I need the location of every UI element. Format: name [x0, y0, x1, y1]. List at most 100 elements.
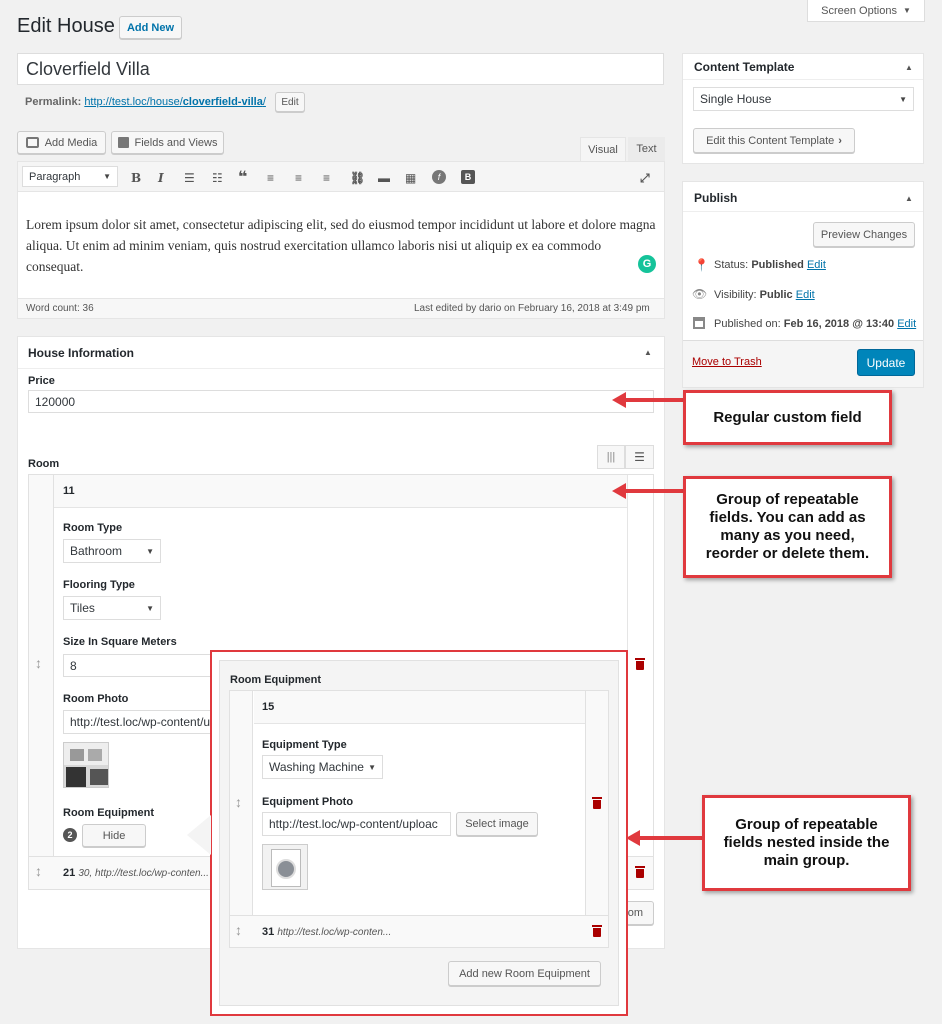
caret-down-icon: ▼: [902, 6, 911, 15]
preview-changes-button[interactable]: Preview Changes: [813, 222, 915, 247]
tab-visual[interactable]: Visual: [580, 137, 626, 161]
house-information-title: House Information: [28, 346, 135, 360]
callout-arrow: [638, 836, 704, 840]
equipment-type-select[interactable]: Washing Machine ▼: [262, 755, 383, 779]
numbered-list-icon[interactable]: ☷: [212, 171, 223, 185]
equipment-type-label: Equipment Type: [262, 739, 347, 751]
align-right-icon[interactable]: ≡: [323, 171, 330, 185]
list-view-button[interactable]: ☰: [625, 445, 654, 469]
room-type-value: Bathroom: [70, 544, 123, 558]
price-input[interactable]: 120000: [28, 390, 654, 413]
calendar-icon: [117, 137, 129, 148]
nested-popup-pointer: [187, 815, 211, 855]
callout-nested-group: Group of repeatable fields nested inside…: [702, 795, 911, 891]
equipment-item-id: 15: [262, 701, 275, 713]
align-left-icon[interactable]: ≡: [267, 171, 274, 185]
flooring-type-label: Flooring Type: [63, 579, 135, 591]
equipment-count-badge: 2: [63, 828, 77, 842]
status-edit-link[interactable]: Edit: [807, 259, 826, 271]
update-button[interactable]: Update: [857, 349, 915, 376]
room-equipment-label: Room Equipment: [63, 807, 155, 819]
fullscreen-icon[interactable]: ⤢: [640, 171, 650, 186]
content-template-title: Content Template: [694, 60, 795, 74]
caret-down-icon: ▼: [103, 172, 111, 181]
pin-icon: 📍: [694, 258, 709, 272]
room-photo-input[interactable]: http://test.loc/wp-content/u: [63, 710, 213, 734]
status-label: Status:: [714, 259, 749, 271]
format-select-value: Paragraph: [29, 170, 81, 183]
visibility-value: Public: [759, 289, 793, 301]
equipment-row-2-id: 31: [262, 926, 275, 938]
screen-options-button[interactable]: Screen Options ▼: [807, 0, 925, 22]
align-center-icon[interactable]: ≡: [295, 171, 302, 185]
size-label: Size In Square Meters: [63, 636, 177, 648]
flooring-type-value: Tiles: [70, 601, 95, 615]
blockquote-icon[interactable]: ❝: [238, 167, 247, 187]
hide-button[interactable]: Hide: [82, 824, 146, 847]
add-new-room-equipment-button[interactable]: Add new Room Equipment: [448, 961, 601, 986]
permalink-label: Permalink:: [25, 96, 82, 108]
move-to-trash-link[interactable]: Move to Trash: [692, 356, 762, 368]
price-label: Price: [28, 375, 55, 387]
visibility-row: Visibility: Public Edit: [714, 289, 815, 301]
equipment-row-2-summary: 31 http://test.loc/wp-conten...: [262, 926, 391, 938]
fields-and-views-button[interactable]: Fields and Views: [111, 131, 224, 154]
trash-icon[interactable]: [635, 866, 645, 878]
trash-icon[interactable]: [592, 925, 602, 937]
content-template-select[interactable]: Single House ▼: [693, 87, 914, 111]
metabox-divider: [18, 368, 664, 369]
select-image-button[interactable]: Select image: [456, 812, 538, 836]
content-template-value: Single House: [700, 92, 772, 106]
permalink-edit-button[interactable]: Edit: [275, 92, 305, 112]
drag-handle-icon[interactable]: ↕: [35, 655, 42, 671]
visibility-label: Visibility:: [714, 289, 757, 301]
room-equipment-popup-title: Room Equipment: [230, 674, 322, 686]
edit-content-template-button[interactable]: Edit this Content Template ›: [693, 128, 855, 153]
room-row-2-text: 30, http://test.loc/wp-conten...: [78, 868, 209, 879]
columns-view-button[interactable]: |||: [597, 445, 625, 469]
room-type-select[interactable]: Bathroom ▼: [63, 539, 161, 563]
shortcode-b-icon[interactable]: B: [461, 170, 475, 184]
equipment-photo-input[interactable]: http://test.loc/wp-content/uploac: [262, 812, 451, 836]
callout-regular-field: Regular custom field: [683, 390, 892, 445]
visibility-edit-link[interactable]: Edit: [796, 289, 815, 301]
trash-icon[interactable]: [592, 797, 602, 809]
published-label: Published on:: [714, 318, 781, 330]
collapse-arrow-icon[interactable]: ▲: [905, 194, 913, 203]
add-new-button[interactable]: Add New: [119, 16, 182, 39]
drag-handle-icon[interactable]: ↕: [35, 863, 42, 879]
add-media-button[interactable]: Add Media: [17, 131, 106, 154]
permalink-base: http://test.loc/house/: [84, 96, 183, 108]
bullet-list-icon[interactable]: ☰: [184, 171, 195, 185]
editor-content[interactable]: Lorem ipsum dolor sit amet, consectetur …: [26, 214, 656, 277]
permalink-tail: /: [262, 96, 266, 108]
bold-icon[interactable]: B: [131, 171, 141, 185]
italic-icon[interactable]: I: [158, 171, 164, 185]
equipment-type-value: Washing Machine: [269, 760, 364, 774]
toolbar-toggle-icon[interactable]: ▦: [405, 171, 416, 185]
published-edit-link[interactable]: Edit: [897, 318, 916, 330]
collapse-arrow-icon[interactable]: ▲: [644, 348, 652, 357]
last-edited: Last edited by dario on February 16, 201…: [414, 303, 650, 314]
room-item-id: 11: [63, 485, 75, 497]
status-row: Status: Published Edit: [714, 259, 826, 271]
drag-handle-icon[interactable]: ↕: [235, 794, 242, 810]
add-media-label: Add Media: [44, 136, 98, 149]
equipment-photo-label: Equipment Photo: [262, 796, 354, 808]
grammarly-icon[interactable]: G: [638, 255, 656, 273]
size-input[interactable]: 8: [63, 654, 213, 677]
read-more-icon[interactable]: ▬: [378, 171, 390, 185]
callout-arrowhead: [626, 830, 640, 846]
fields-views-editor-icon[interactable]: f: [432, 170, 446, 184]
callout-arrowhead: [612, 483, 626, 499]
format-select[interactable]: Paragraph ▼: [22, 166, 118, 187]
flooring-type-select[interactable]: Tiles ▼: [63, 596, 161, 620]
equipment-trash-column: [585, 691, 608, 947]
tab-text[interactable]: Text: [628, 137, 665, 161]
drag-handle-icon[interactable]: ↕: [235, 922, 242, 938]
post-title-input[interactable]: Cloverfield Villa: [17, 53, 664, 85]
trash-icon[interactable]: [635, 658, 645, 670]
link-icon[interactable]: ⛓: [350, 171, 365, 185]
permalink-link[interactable]: http://test.loc/house/cloverfield-villa/: [84, 96, 266, 108]
collapse-arrow-icon[interactable]: ▲: [905, 63, 913, 72]
